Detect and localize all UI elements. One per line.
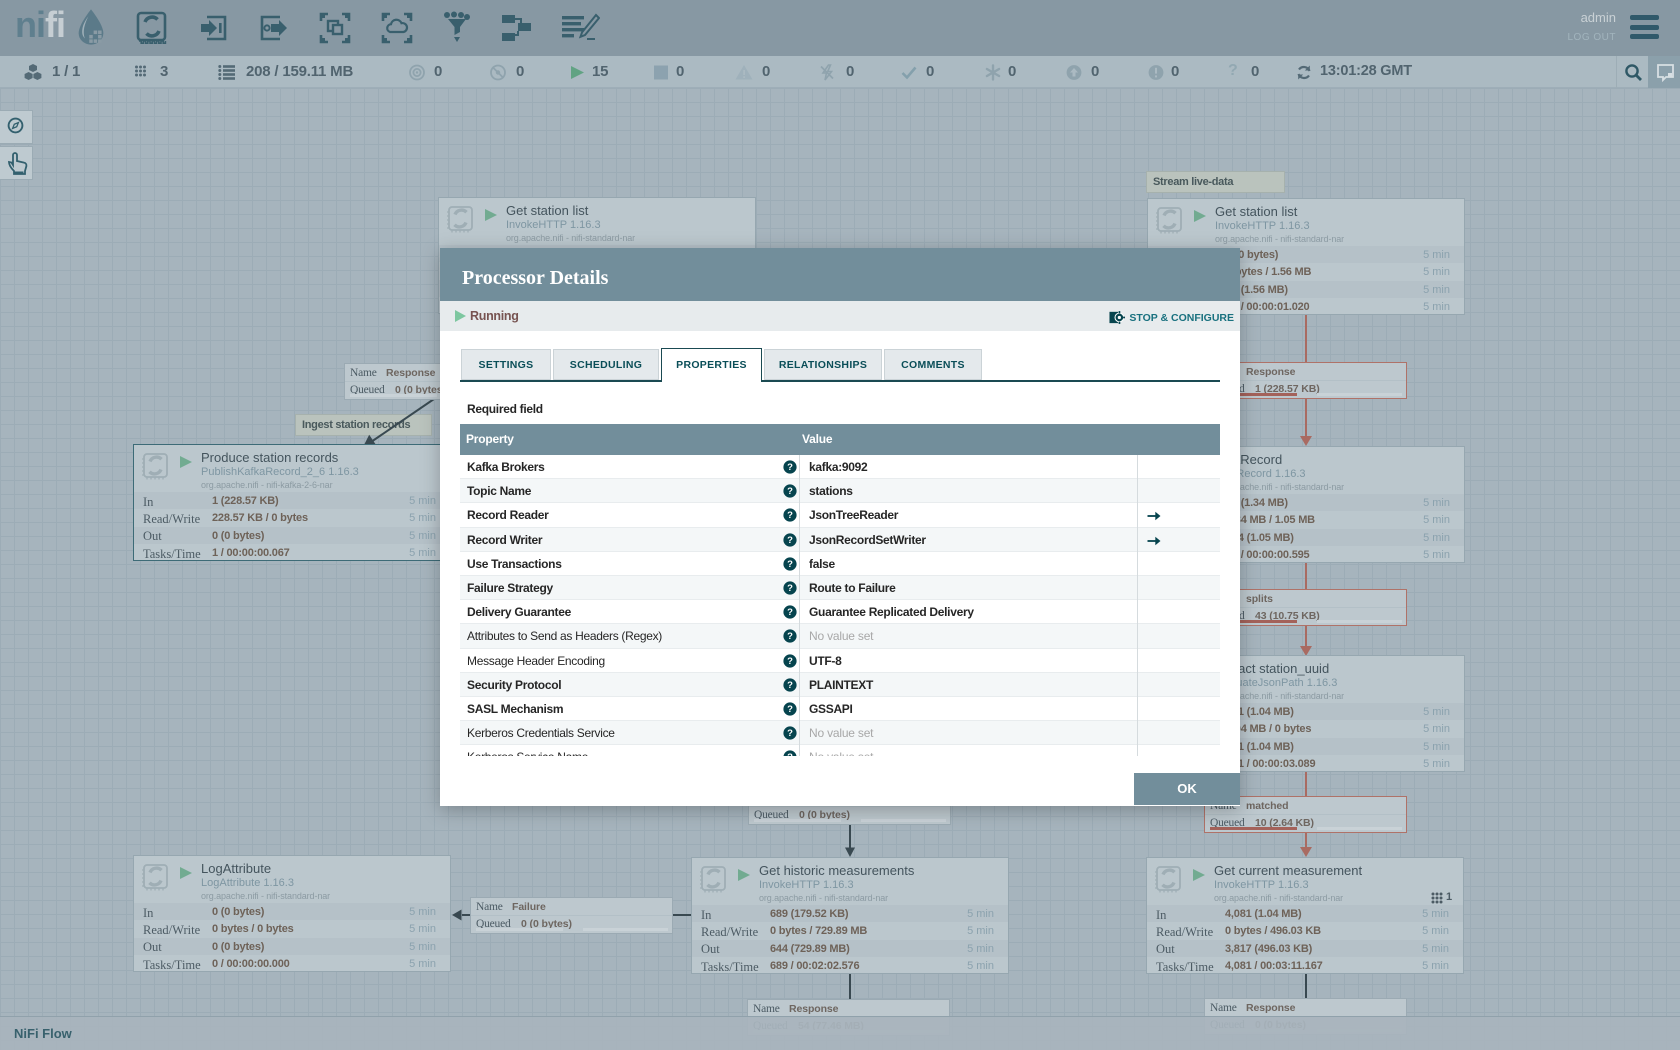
svg-text:?: ? [787,680,793,691]
svg-text:?: ? [787,752,793,756]
svg-text:?: ? [787,728,793,739]
svg-text:?: ? [787,559,793,570]
svg-text:?: ? [787,511,793,522]
svg-text:?: ? [787,656,793,667]
svg-text:?: ? [787,486,793,497]
svg-text:?: ? [787,462,793,473]
svg-text:?: ? [787,632,793,643]
svg-text:?: ? [787,535,793,546]
svg-text:?: ? [787,583,793,594]
svg-text:?: ? [787,607,793,618]
svg-text:?: ? [787,704,793,715]
